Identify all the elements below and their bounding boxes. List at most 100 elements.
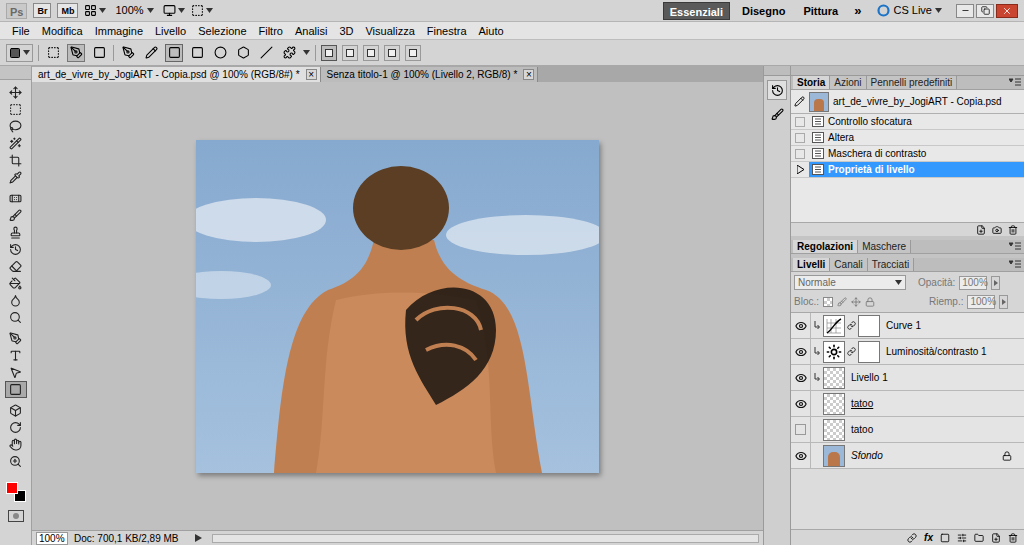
zoom-field[interactable]: 100% (36, 532, 68, 545)
layer-mask-thumbnail[interactable] (858, 315, 880, 337)
tool-button[interactable] (5, 241, 27, 258)
panel-menu-icon[interactable] (1009, 260, 1021, 268)
tool-button[interactable] (5, 101, 27, 118)
layer-row[interactable]: Luminosità/contrasto 1 (791, 339, 1024, 365)
bridge-button[interactable]: Mb (57, 3, 78, 18)
arrange-button[interactable] (163, 4, 185, 17)
panel-tab[interactable]: Storia (793, 76, 830, 89)
workspace-button[interactable]: Pittura (797, 2, 844, 20)
visibility-toggle[interactable] (791, 417, 811, 442)
panel-tab[interactable]: Canali (830, 258, 867, 271)
menu-item[interactable]: Modifica (36, 23, 89, 39)
shape-type-button[interactable] (280, 44, 298, 62)
slider-arrow-icon[interactable] (1002, 299, 1006, 305)
add-mask-icon[interactable] (940, 533, 950, 543)
tool-button[interactable] (5, 453, 27, 470)
menu-item[interactable]: Finestra (421, 23, 473, 39)
history-brush-source-icon[interactable] (794, 96, 805, 107)
tool-button[interactable] (5, 292, 27, 309)
layer-row[interactable]: tatoo (791, 391, 1024, 417)
shape-type-button[interactable] (165, 44, 183, 62)
tab-close-button[interactable]: × (523, 69, 534, 80)
menu-item[interactable]: 3D (333, 23, 359, 39)
menu-item[interactable]: Visualizza (359, 23, 420, 39)
tool-button[interactable] (5, 135, 27, 152)
fill-field[interactable]: 100% (967, 295, 995, 309)
layer-name[interactable]: Sfondo (851, 448, 883, 463)
panel-menu-icon[interactable] (1009, 78, 1021, 86)
panel-tab[interactable]: Azioni (830, 76, 866, 89)
link-layers-icon[interactable] (907, 533, 917, 543)
layer-name[interactable]: tatoo (851, 396, 873, 411)
path-operation-button[interactable] (384, 45, 400, 61)
history-step[interactable]: Altera (791, 130, 1024, 146)
tool-button[interactable] (5, 118, 27, 135)
tool-button[interactable] (5, 347, 27, 364)
screen-mode-button[interactable] (191, 4, 213, 17)
opacity-field[interactable]: 100% (959, 276, 987, 290)
visibility-toggle[interactable] (791, 443, 811, 468)
history-step[interactable]: Controllo sfocatura (791, 114, 1024, 130)
cs-live-button[interactable]: CS Live (877, 2, 942, 19)
menu-item[interactable]: Aiuto (473, 23, 510, 39)
layer-name[interactable]: Luminosità/contrasto 1 (886, 344, 987, 359)
shape-mode-button[interactable] (44, 44, 62, 62)
panel-tab[interactable]: Tracciati (868, 258, 914, 271)
lock-transparency-button[interactable] (823, 297, 833, 307)
tool-button[interactable] (5, 381, 27, 398)
new-document-icon[interactable] (976, 225, 986, 235)
tool-presets-dock-button[interactable] (767, 104, 787, 124)
path-operation-button[interactable] (321, 45, 337, 61)
shape-type-button[interactable] (188, 44, 206, 62)
workspace-button[interactable]: Disegno (736, 2, 791, 20)
panel-tab[interactable]: Pennelli predefiniti (867, 76, 958, 89)
color-swatches[interactable] (4, 480, 28, 504)
foreground-color[interactable] (6, 482, 18, 494)
tool-button[interactable] (5, 224, 27, 241)
tool-button[interactable] (5, 309, 27, 326)
minimize-button[interactable] (956, 4, 974, 18)
panel-tab[interactable]: Maschere (858, 240, 911, 253)
shape-type-button[interactable] (257, 44, 275, 62)
adjustment-layer-icon[interactable] (957, 533, 967, 543)
tool-button[interactable] (5, 207, 27, 224)
quick-mask-button[interactable] (8, 510, 24, 522)
shape-type-button[interactable] (211, 44, 229, 62)
menu-item[interactable]: File (6, 23, 36, 39)
visibility-toggle[interactable] (791, 339, 811, 364)
workspace-button[interactable]: Essenziali (663, 2, 730, 20)
tool-button[interactable] (5, 364, 27, 381)
visibility-toggle[interactable] (791, 365, 811, 390)
chain-icon[interactable] (847, 321, 856, 330)
status-menu-icon[interactable] (195, 534, 202, 542)
chain-icon[interactable] (847, 347, 856, 356)
tab-close-button[interactable]: × (306, 69, 317, 80)
tool-button[interactable] (5, 152, 27, 169)
document-tab[interactable]: Senza titolo-1 @ 100% (Livello 2, RGB/8)… (321, 67, 539, 82)
tool-button[interactable] (5, 436, 27, 453)
shape-type-button[interactable] (119, 44, 137, 62)
tool-button[interactable] (5, 84, 27, 101)
history-snapshot[interactable]: art_de_vivre_by_JogiART - Copia.psd (791, 90, 1024, 114)
lock-position-icon[interactable] (851, 297, 861, 307)
menu-item[interactable]: Selezione (192, 23, 252, 39)
menu-item[interactable]: Filtro (253, 23, 289, 39)
slider-arrow-icon[interactable] (994, 280, 998, 286)
tool-button[interactable] (5, 402, 27, 419)
layer-name[interactable]: Livello 1 (851, 370, 888, 385)
layer-row[interactable]: Curve 1 (791, 313, 1024, 339)
menu-item[interactable]: Immagine (89, 23, 149, 39)
path-operation-button[interactable] (405, 45, 421, 61)
history-dock-button[interactable] (767, 80, 787, 100)
document-tab[interactable]: art_de_vivre_by_JogiART - Copia.psd @ 10… (32, 67, 321, 82)
layer-style-button[interactable]: fx (924, 530, 933, 545)
view-extras-button[interactable] (84, 4, 106, 17)
delete-icon[interactable] (1008, 225, 1018, 235)
layer-name[interactable]: Curve 1 (886, 318, 921, 333)
snapshot-icon[interactable] (992, 225, 1002, 235)
restore-button[interactable] (976, 4, 994, 18)
visibility-toggle[interactable] (791, 313, 811, 338)
tool-button[interactable] (5, 169, 27, 186)
tool-button[interactable] (5, 419, 27, 436)
panel-tab[interactable]: Regolazioni (793, 240, 858, 253)
